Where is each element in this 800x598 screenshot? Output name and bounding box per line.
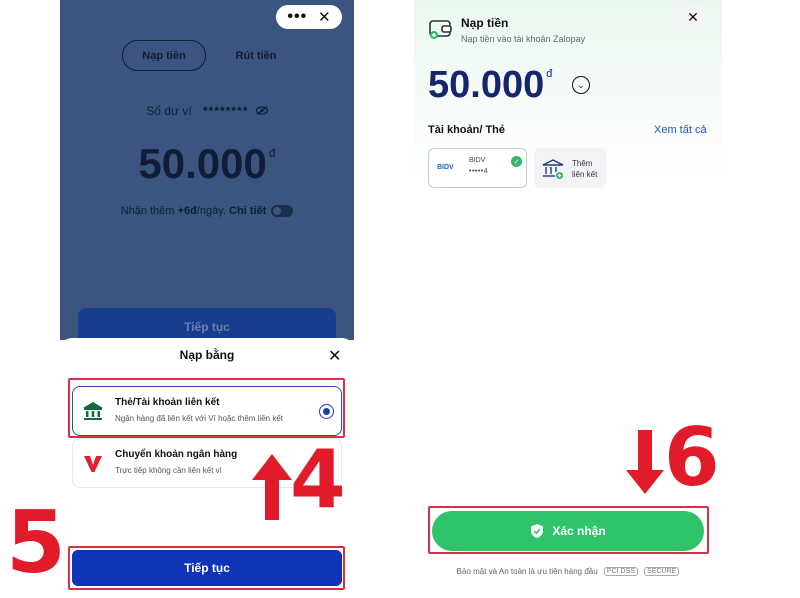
step-number-5: 5 bbox=[6, 493, 66, 593]
option-linked-account[interactable]: Thẻ/Tài khoản liên kết Ngân hàng đã liên… bbox=[72, 386, 342, 436]
step-number-6: 6 bbox=[664, 411, 720, 504]
more-dots-icon[interactable]: ••• bbox=[287, 9, 307, 25]
close-icon[interactable]: ✕ bbox=[678, 4, 708, 30]
secure-badge: SECURE bbox=[644, 567, 680, 577]
bank-masked-number: •••••4 bbox=[469, 168, 489, 175]
arrow-down-icon bbox=[626, 430, 664, 494]
promo-bonus: +6đ bbox=[177, 205, 197, 217]
wallet-balance-row: Số dư ví ******** bbox=[60, 104, 354, 118]
dimmed-background: ••• ✕ Nạp tiền Rút tiền Số dư ví *******… bbox=[60, 0, 354, 346]
bank-name: BIDV bbox=[469, 157, 486, 164]
balance-masked: ******** bbox=[203, 104, 249, 118]
add-link-line2: liên kết bbox=[572, 170, 598, 179]
bank-icon bbox=[83, 402, 103, 420]
wallet-icon bbox=[429, 20, 452, 39]
currency-symbol: đ bbox=[546, 68, 553, 80]
tutorial-stage: ••• ✕ Nạp tiền Rút tiền Số dư ví *******… bbox=[0, 0, 800, 598]
bank-add-icon bbox=[542, 159, 564, 179]
add-link-line1: Thêm bbox=[572, 159, 593, 168]
tab-deposit[interactable]: Nạp tiền bbox=[122, 40, 206, 71]
option-subtitle: Ngân hàng đã liên kết với Ví hoặc thêm l… bbox=[115, 414, 284, 423]
sheet-title: Nạp bằng bbox=[179, 348, 235, 362]
security-footer: Bảo mật và An toàn là ưu tiên hàng đầu P… bbox=[414, 567, 722, 577]
promo-suffix: /ngày. bbox=[196, 205, 226, 217]
check-icon: ✓ bbox=[511, 156, 522, 167]
vietqr-icon bbox=[84, 456, 102, 472]
option-title: Thẻ/Tài khoản liên kết bbox=[115, 397, 220, 408]
amount-value: 50.000 bbox=[138, 140, 267, 187]
currency-symbol: đ bbox=[268, 146, 276, 160]
security-text: Bảo mật và An toàn là ưu tiên hàng đầu bbox=[456, 567, 598, 576]
continue-button[interactable]: Tiếp tục bbox=[72, 550, 342, 586]
header-title: Nạp tiền bbox=[461, 16, 509, 30]
deposit-amount[interactable]: 50.000 đ bbox=[60, 140, 354, 188]
radio-selected[interactable] bbox=[319, 404, 334, 419]
chevron-down-icon[interactable]: ⌄ bbox=[572, 76, 590, 94]
confirm-amount: 50.000 đ bbox=[428, 64, 552, 107]
sheet-close-icon[interactable]: ✕ bbox=[328, 346, 341, 366]
option-subtitle: Trực tiếp không cần liên kết ví bbox=[115, 466, 222, 475]
add-link-label: Thêm liên kết bbox=[572, 158, 597, 180]
arrow-up-icon bbox=[252, 454, 292, 520]
miniapp-controls: ••• ✕ bbox=[276, 5, 342, 29]
balance-label: Số dư ví bbox=[146, 104, 192, 118]
add-link-button[interactable]: Thêm liên kết bbox=[534, 148, 606, 188]
right-phone-screen: Nạp tiền Nạp tiền vào tài khoản Zalopay … bbox=[414, 0, 722, 598]
tab-withdraw[interactable]: Rút tiền bbox=[214, 40, 298, 71]
shield-check-icon bbox=[531, 524, 544, 538]
pci-badge: PCI DSS bbox=[603, 567, 638, 577]
bank-card-bidv[interactable]: BIDV BIDV •••••4 ✓ bbox=[428, 148, 527, 188]
promo-row: Nhận thêm +6đ/ngày. Chi tiết bbox=[60, 205, 354, 218]
amount-value: 50.000 bbox=[428, 64, 545, 106]
promo-toggle[interactable] bbox=[271, 205, 294, 218]
tab-bar: Nạp tiền Rút tiền bbox=[122, 40, 298, 71]
promo-prefix: Nhận thêm bbox=[120, 205, 175, 217]
accounts-label: Tài khoản/ Thẻ bbox=[428, 124, 506, 136]
confirm-label: Xác nhận bbox=[552, 524, 606, 538]
option-title: Chuyển khoản ngân hàng bbox=[115, 449, 238, 460]
step-number-4: 4 bbox=[290, 433, 346, 526]
see-all-link[interactable]: Xem tất cả bbox=[654, 124, 707, 136]
close-icon[interactable]: ✕ bbox=[318, 8, 331, 26]
bidv-logo: BIDV bbox=[437, 164, 454, 171]
confirm-button[interactable]: Xác nhận bbox=[432, 511, 704, 551]
promo-detail-link[interactable]: Chi tiết bbox=[229, 205, 266, 217]
header-subtitle: Nạp tiền vào tài khoản Zalopay bbox=[461, 34, 586, 44]
eye-off-icon[interactable] bbox=[255, 106, 268, 118]
